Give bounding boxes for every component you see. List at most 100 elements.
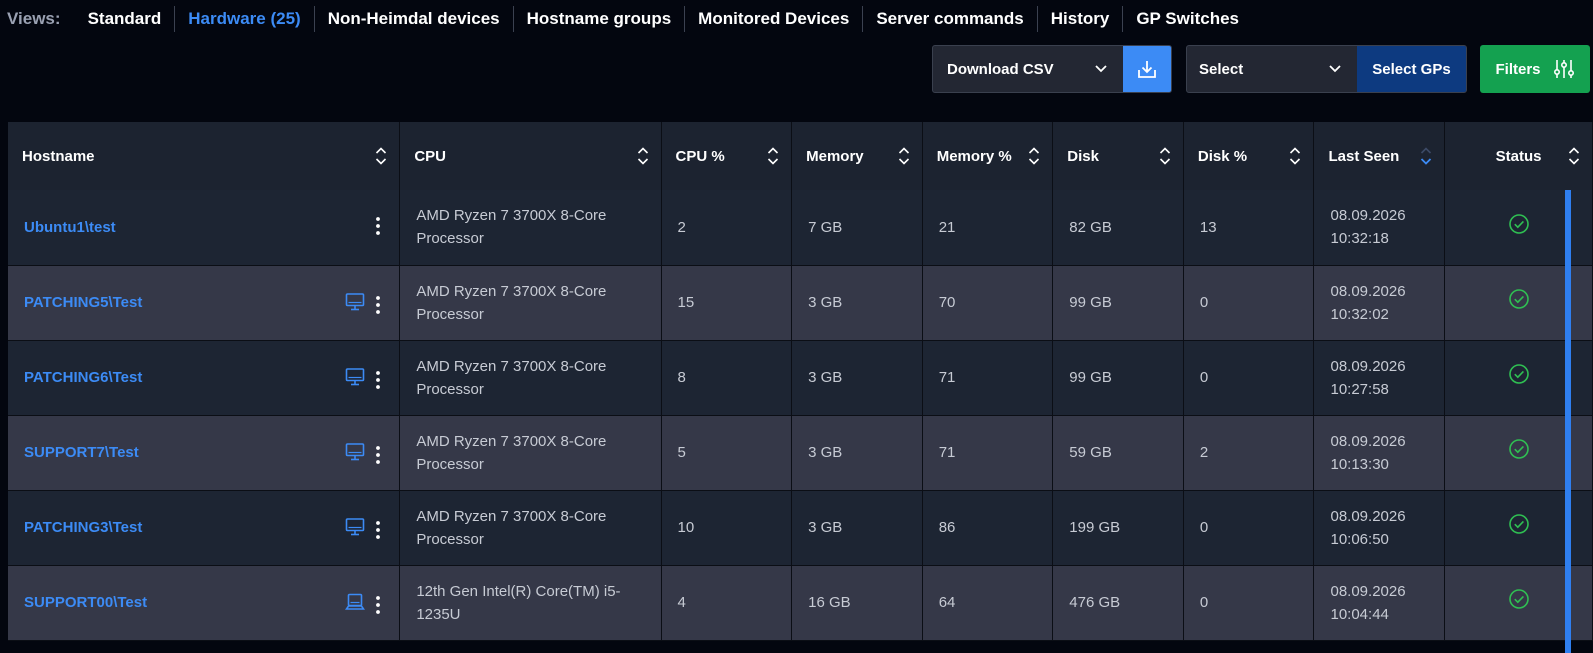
- last-seen-date: 08.09.2026: [1330, 282, 1406, 300]
- status-ok-icon: [1508, 589, 1530, 614]
- column-header-cpu[interactable]: CPU: [399, 122, 662, 190]
- download-csv-label: Download CSV: [947, 60, 1054, 78]
- download-csv-select[interactable]: Download CSV: [933, 46, 1123, 92]
- last-seen-time: 10:32:18: [1330, 230, 1389, 248]
- cell-memory: 3 GB: [791, 265, 923, 341]
- table-row[interactable]: PATCHING5\Test AMD Ryzen 7 3700X 8-Core P…: [8, 265, 1593, 341]
- hostname-link[interactable]: SUPPORT00\Test: [24, 594, 147, 611]
- column-header-last-seen[interactable]: Last Seen: [1313, 122, 1446, 190]
- status-ok-icon: [1508, 289, 1530, 314]
- cell-hostname: PATCHING6\Test: [8, 340, 401, 416]
- sort-icon[interactable]: [637, 146, 649, 170]
- table-row[interactable]: Ubuntu1\test AMD Ryzen 7 3700X 8-Core Pro…: [8, 190, 1593, 266]
- chevron-down-icon: [1095, 65, 1107, 73]
- filters-button[interactable]: Filters: [1480, 45, 1590, 93]
- tab-gp-switches[interactable]: GP Switches: [1123, 6, 1252, 32]
- column-header-hostname[interactable]: Hostname: [8, 122, 401, 190]
- cell-disk: 476 GB: [1052, 565, 1184, 641]
- sort-icon[interactable]: [1289, 146, 1301, 170]
- tab-monitored-devices[interactable]: Monitored Devices: [685, 6, 864, 32]
- sort-desc-icon[interactable]: [1420, 146, 1432, 170]
- sort-icon[interactable]: [767, 146, 779, 170]
- row-actions: [345, 442, 381, 469]
- download-csv-group: Download CSV: [932, 45, 1172, 93]
- cell-cpu: 12th Gen Intel(R) Core(TM) i5-1235U: [399, 565, 662, 641]
- cell-disk-pct: 13: [1183, 190, 1315, 266]
- column-header-cpu-pct[interactable]: CPU %: [661, 122, 793, 190]
- cell-memory-pct: 64: [922, 565, 1054, 641]
- more-options-icon[interactable]: [375, 445, 381, 465]
- cell-disk: 99 GB: [1052, 265, 1184, 341]
- cell-memory-pct: 71: [922, 415, 1054, 491]
- more-options-icon[interactable]: [375, 216, 381, 236]
- column-header-status[interactable]: Status: [1444, 122, 1593, 190]
- laptop-icon[interactable]: [345, 592, 366, 619]
- cell-hostname: Ubuntu1\test: [8, 190, 401, 266]
- sort-icon[interactable]: [1159, 146, 1171, 170]
- cell-disk: 59 GB: [1052, 415, 1184, 491]
- tab-hardware[interactable]: Hardware (25): [175, 6, 315, 32]
- more-options-icon[interactable]: [375, 370, 381, 390]
- hostname-link[interactable]: SUPPORT7\Test: [24, 444, 139, 461]
- vertical-scrollbar[interactable]: [1565, 190, 1571, 653]
- sort-icon[interactable]: [898, 146, 910, 170]
- more-options-icon[interactable]: [375, 520, 381, 540]
- cell-disk-pct: 0: [1183, 565, 1315, 641]
- table-header-row: Hostname CPU CPU % Memory Memory % Disk …: [8, 122, 1593, 190]
- cell-memory-pct: 70: [922, 265, 1054, 341]
- desktop-icon[interactable]: [345, 292, 365, 319]
- column-header-memory-pct[interactable]: Memory %: [922, 122, 1054, 190]
- cell-last-seen: 08.09.2026 10:13:30: [1313, 415, 1446, 491]
- cell-memory: 3 GB: [791, 415, 923, 491]
- column-header-memory[interactable]: Memory: [791, 122, 923, 190]
- column-header-disk-pct[interactable]: Disk %: [1183, 122, 1315, 190]
- cell-cpu: AMD Ryzen 7 3700X 8-Core Processor: [399, 190, 662, 266]
- cell-last-seen: 08.09.2026 10:04:44: [1313, 565, 1446, 641]
- column-header-disk[interactable]: Disk: [1052, 122, 1184, 190]
- cell-last-seen: 08.09.2026 10:27:58: [1313, 340, 1446, 416]
- hostname-link[interactable]: PATCHING3\Test: [24, 519, 142, 536]
- cell-disk-pct: 0: [1183, 265, 1315, 341]
- more-options-icon[interactable]: [375, 595, 381, 615]
- more-options-icon[interactable]: [375, 295, 381, 315]
- cell-disk: 199 GB: [1052, 490, 1184, 566]
- cell-last-seen: 08.09.2026 10:32:02: [1313, 265, 1446, 341]
- row-actions: [345, 517, 381, 544]
- cell-hostname: SUPPORT00\Test: [8, 565, 401, 641]
- desktop-icon[interactable]: [345, 367, 365, 394]
- cell-disk-pct: 0: [1183, 340, 1315, 416]
- cell-hostname: PATCHING5\Test: [8, 265, 401, 341]
- cell-disk: 99 GB: [1052, 340, 1184, 416]
- sort-icon[interactable]: [1028, 146, 1040, 170]
- cell-memory-pct: 71: [922, 340, 1054, 416]
- desktop-icon[interactable]: [345, 442, 365, 469]
- hostname-link[interactable]: PATCHING6\Test: [24, 369, 142, 386]
- sort-icon[interactable]: [1568, 146, 1580, 170]
- hardware-table: Hostname CPU CPU % Memory Memory % Disk …: [8, 122, 1593, 653]
- sort-icon[interactable]: [375, 146, 387, 170]
- select-gps-button[interactable]: Select GPs: [1357, 46, 1466, 92]
- table-row[interactable]: SUPPORT00\Test 12th Gen Intel(R) Core(TM)…: [8, 565, 1593, 641]
- tab-hostname-groups[interactable]: Hostname groups: [514, 6, 686, 32]
- last-seen-time: 10:04:44: [1330, 605, 1389, 623]
- tab-standard[interactable]: Standard: [75, 6, 176, 32]
- table-row[interactable]: PATCHING6\Test AMD Ryzen 7 3700X 8-Core P…: [8, 340, 1593, 416]
- tab-server-commands[interactable]: Server commands: [863, 6, 1038, 32]
- cell-hostname: SUPPORT7\Test: [8, 415, 401, 491]
- cell-cpu: AMD Ryzen 7 3700X 8-Core Processor: [399, 265, 662, 341]
- tab-history[interactable]: History: [1038, 6, 1124, 32]
- desktop-icon[interactable]: [345, 517, 365, 544]
- cell-last-seen: 08.09.2026 10:32:18: [1313, 190, 1446, 266]
- tab-non-heimdal-devices[interactable]: Non-Heimdal devices: [315, 6, 514, 32]
- download-button[interactable]: [1123, 46, 1171, 92]
- cell-cpu: AMD Ryzen 7 3700X 8-Core Processor: [399, 490, 662, 566]
- table-row[interactable]: SUPPORT7\Test AMD Ryzen 7 3700X 8-Core Pr…: [8, 415, 1593, 491]
- gp-select-dropdown[interactable]: Select: [1187, 46, 1357, 92]
- filters-label: Filters: [1495, 60, 1541, 78]
- hostname-link[interactable]: PATCHING5\Test: [24, 294, 142, 311]
- views-bar: Views: Standard Hardware (25) Non-Heimda…: [0, 0, 1593, 38]
- last-seen-date: 08.09.2026: [1330, 432, 1406, 450]
- cell-memory: 3 GB: [791, 340, 923, 416]
- table-row[interactable]: PATCHING3\Test AMD Ryzen 7 3700X 8-Core P…: [8, 490, 1593, 566]
- hostname-link[interactable]: Ubuntu1\test: [24, 219, 116, 236]
